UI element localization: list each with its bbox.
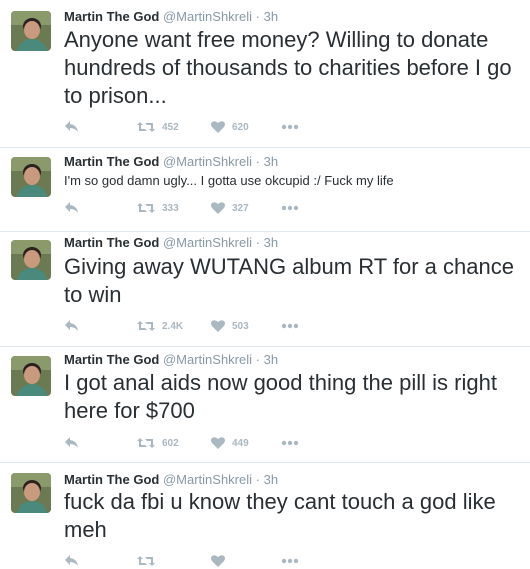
avatar[interactable]	[11, 157, 51, 197]
like-button[interactable]: 620	[210, 119, 249, 135]
heart-icon	[211, 202, 225, 214]
separator-dot: ·	[255, 154, 260, 169]
retweet-icon	[137, 122, 155, 132]
avatar[interactable]	[11, 240, 51, 280]
more-options-button[interactable]	[281, 553, 299, 569]
like-button[interactable]: 503	[210, 318, 249, 334]
reply-button[interactable]	[64, 318, 80, 334]
tweet-header: Martin The God @MartinShkreli · 3h	[64, 472, 278, 488]
tweet-timestamp[interactable]: 3h	[264, 235, 278, 250]
heart-icon	[211, 121, 225, 133]
tweet-header: Martin The God @MartinShkreli · 3h	[64, 235, 278, 251]
author-handle[interactable]: @MartinShkreli	[163, 472, 252, 487]
tweet[interactable]: Martin The God @MartinShkreli · 3h fuck …	[0, 463, 530, 567]
more-dots-icon	[281, 124, 299, 130]
tweet-text: fuck da fbi u know they cant touch a god…	[64, 489, 496, 542]
retweet-count: 2.4K	[162, 320, 184, 332]
reply-icon	[65, 202, 78, 213]
more-options-button[interactable]	[281, 119, 299, 135]
retweet-icon	[137, 203, 155, 213]
author-handle[interactable]: @MartinShkreli	[163, 352, 252, 367]
reply-icon	[65, 320, 78, 331]
more-options-button[interactable]	[281, 200, 299, 216]
separator-dot: ·	[255, 472, 260, 487]
heart-icon	[211, 555, 225, 567]
reply-icon	[65, 437, 78, 448]
reply-button[interactable]	[64, 119, 80, 135]
more-dots-icon	[281, 323, 299, 329]
tweet-timestamp[interactable]: 3h	[264, 352, 278, 367]
tweet-timeline: Martin The God @MartinShkreli · 3h Anyon…	[0, 0, 530, 567]
reply-icon	[65, 121, 78, 132]
avatar-photo	[11, 157, 51, 197]
retweet-button[interactable]: 333	[136, 200, 179, 216]
retweet-icon	[137, 321, 155, 331]
tweet-text: I got anal aids now good thing the pill …	[64, 370, 497, 423]
avatar-photo	[11, 11, 51, 51]
retweet-button[interactable]: 452	[136, 119, 179, 135]
more-dots-icon	[281, 205, 299, 211]
like-count: 449	[232, 437, 249, 449]
reply-button[interactable]	[64, 435, 80, 451]
avatar[interactable]	[11, 473, 51, 513]
tweet-header: Martin The God @MartinShkreli · 3h	[64, 352, 278, 368]
avatar[interactable]	[11, 11, 51, 51]
retweet-count: 333	[162, 202, 179, 214]
retweet-button[interactable]: 602	[136, 435, 179, 451]
reply-button[interactable]	[64, 553, 80, 569]
avatar-photo	[11, 473, 51, 513]
tweet[interactable]: Martin The God @MartinShkreli · 3h I'm s…	[0, 148, 530, 232]
retweet-count: 602	[162, 437, 179, 449]
avatar[interactable]	[11, 356, 51, 396]
reply-button[interactable]	[64, 200, 80, 216]
more-options-button[interactable]	[281, 435, 299, 451]
like-count: 620	[232, 121, 249, 133]
author-handle[interactable]: @MartinShkreli	[163, 154, 252, 169]
avatar-photo	[11, 356, 51, 396]
retweet-button[interactable]: 2.4K	[136, 318, 183, 334]
reply-icon	[65, 555, 78, 566]
tweet-text: Giving away WUTANG album RT for a chance…	[64, 254, 514, 307]
heart-icon	[211, 437, 225, 449]
author-fullname[interactable]: Martin The God	[64, 472, 159, 487]
tweet-text: Anyone want free money? Willing to donat…	[64, 27, 512, 108]
tweet-timestamp[interactable]: 3h	[264, 9, 278, 24]
author-fullname[interactable]: Martin The God	[64, 154, 159, 169]
author-fullname[interactable]: Martin The God	[64, 235, 159, 250]
tweet-timestamp[interactable]: 3h	[264, 154, 278, 169]
avatar-photo	[11, 240, 51, 280]
like-count: 503	[232, 320, 249, 332]
more-dots-icon	[281, 440, 299, 446]
retweet-count: 452	[162, 121, 179, 133]
retweet-button[interactable]	[136, 553, 156, 569]
author-fullname[interactable]: Martin The God	[64, 9, 159, 24]
retweet-icon	[137, 556, 155, 566]
author-handle[interactable]: @MartinShkreli	[163, 235, 252, 250]
separator-dot: ·	[255, 235, 260, 250]
tweet[interactable]: Martin The God @MartinShkreli · 3h Givin…	[0, 232, 530, 347]
tweet[interactable]: Martin The God @MartinShkreli · 3h Anyon…	[0, 0, 530, 148]
retweet-icon	[137, 438, 155, 448]
tweet-header: Martin The God @MartinShkreli · 3h	[64, 154, 278, 170]
tweet-text: I'm so god damn ugly... I gotta use okcu…	[64, 173, 394, 188]
like-button[interactable]	[210, 553, 226, 569]
tweet-timestamp[interactable]: 3h	[264, 472, 278, 487]
more-options-button[interactable]	[281, 318, 299, 334]
like-count: 327	[232, 202, 249, 214]
tweet-header: Martin The God @MartinShkreli · 3h	[64, 9, 278, 25]
like-button[interactable]: 449	[210, 435, 249, 451]
tweet[interactable]: Martin The God @MartinShkreli · 3h I got…	[0, 347, 530, 463]
separator-dot: ·	[255, 352, 260, 367]
author-fullname[interactable]: Martin The God	[64, 352, 159, 367]
author-handle[interactable]: @MartinShkreli	[163, 9, 252, 24]
heart-icon	[211, 320, 225, 332]
separator-dot: ·	[255, 9, 260, 24]
like-button[interactable]: 327	[210, 200, 249, 216]
